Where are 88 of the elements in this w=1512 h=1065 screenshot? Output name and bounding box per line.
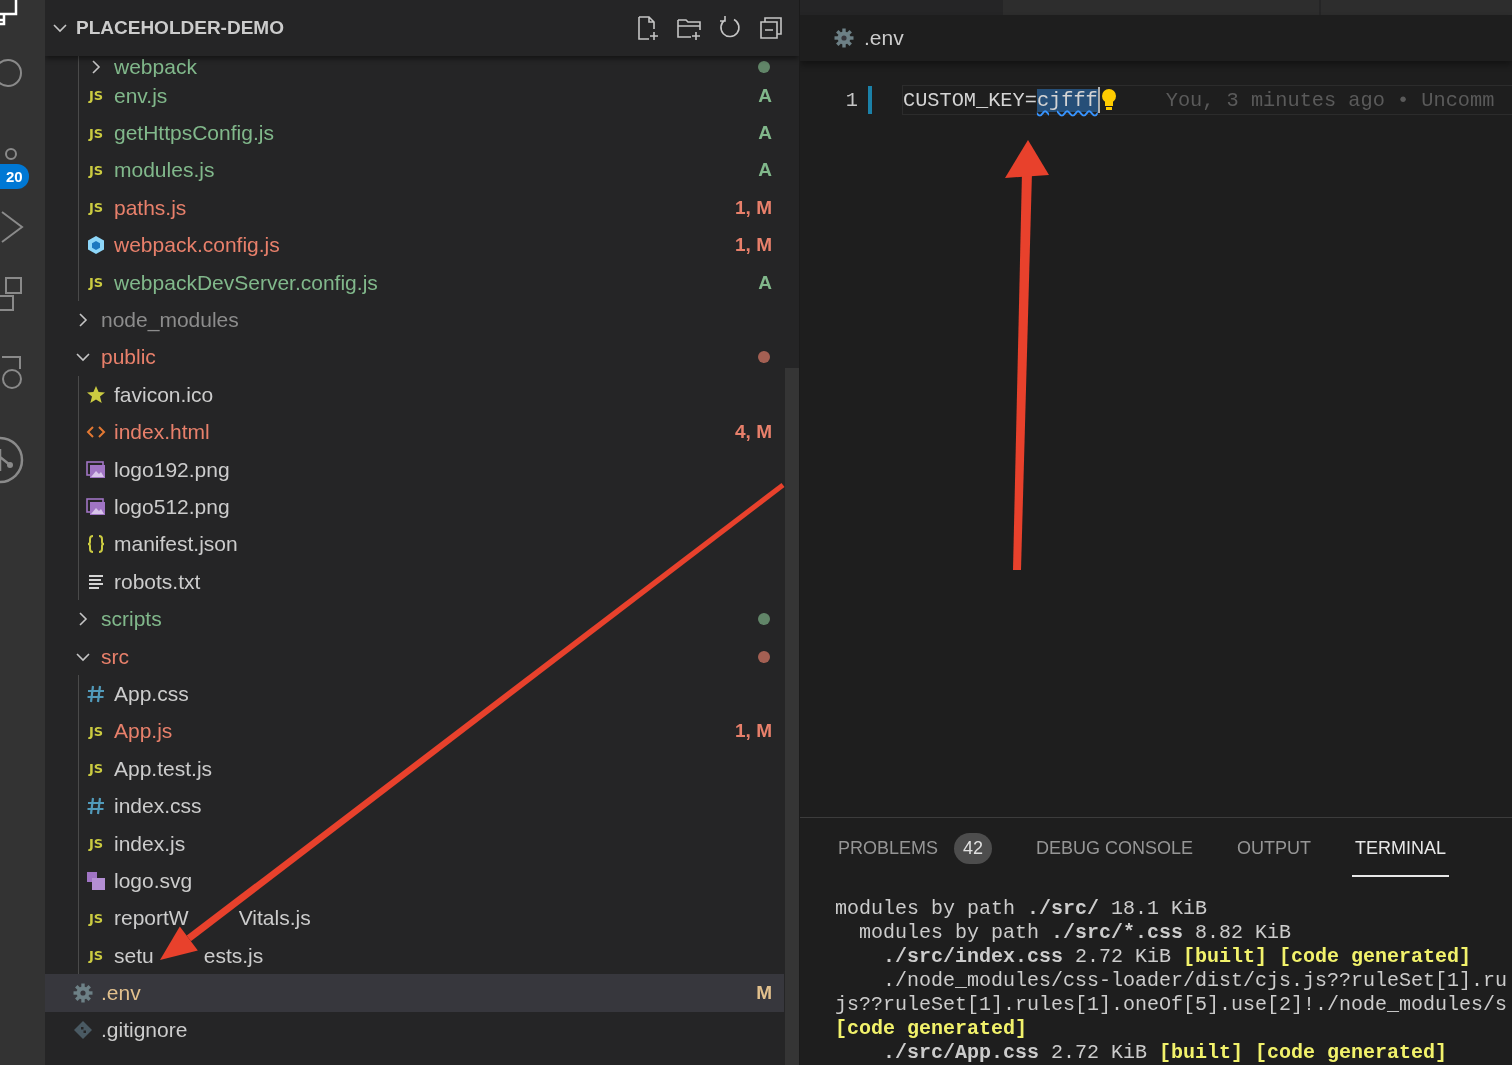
file-name: App.test.js [114, 757, 213, 780]
file-name: logo512.png [114, 496, 230, 518]
terminal-line: [code generated] [835, 1017, 1029, 1041]
file-name: manifest.json [114, 533, 238, 556]
terminal-line: ./src/App.css 2.72 KiB [built] [code generated] [882, 1041, 1449, 1065]
breadcrumb[interactable]: .env [864, 26, 904, 50]
toolbar-button[interactable] [757, 14, 784, 42]
collapse-all-icon [757, 15, 784, 41]
git-status-label: A [758, 122, 772, 145]
hash-icon [86, 683, 106, 704]
file-name: App.css [114, 682, 189, 705]
git-status-label: A [758, 159, 772, 182]
panel-tab[interactable]: TERMINAL [1352, 819, 1450, 877]
file-name: index.js [114, 832, 186, 855]
git-status-label: 1, M [735, 196, 772, 219]
file-name: reportW [114, 907, 189, 930]
star-icon [86, 384, 106, 405]
folder-name: node_modules [101, 309, 239, 332]
panel-tab[interactable]: PROBLEMS 42 [835, 819, 996, 877]
file-name: paths.js [114, 196, 187, 219]
file-name: env.js [114, 84, 168, 107]
file-name: .env [101, 982, 141, 1005]
file-name: modules.js [114, 159, 215, 182]
hash-icon [86, 796, 106, 817]
terminal-line: js??ruleSet[1].rules[1].oneOf[5].use[2]!./node_modules/s [835, 993, 1509, 1017]
file-name: webpack.config.js [114, 234, 280, 257]
git-status-label: 1, M [735, 234, 772, 257]
js-file-icon: JS [88, 275, 104, 291]
file-name: .gitignore [101, 1019, 188, 1042]
explorer-title[interactable]: PLACEHOLDER-DEMO [50, 17, 284, 39]
js-file-icon: JS [88, 948, 104, 964]
file-row[interactable]: .gitignore [45, 1011, 784, 1050]
image-icon [86, 459, 106, 480]
file-name: favicon.ico [114, 383, 214, 406]
folder-row[interactable]: public [45, 338, 784, 377]
gear-icon [73, 983, 93, 1004]
panel-tab[interactable]: OUTPUT [1234, 819, 1315, 877]
folder-row[interactable]: node_modules [45, 301, 784, 339]
git-status-label: M [756, 982, 772, 1005]
image-icon [86, 497, 106, 517]
file-name: logo.svg [114, 869, 193, 892]
js-file-icon: JS [88, 162, 104, 178]
selected-text: cjfff [1036, 88, 1098, 112]
change-marker [868, 86, 872, 114]
terminal-line: ./node_modules/css-loader/dist/cjs.js??ruleSet[1].ru [882, 969, 1509, 993]
file-name: logo192.png [114, 458, 230, 481]
js-file-icon: JS [88, 836, 104, 851]
folder-name: scripts [101, 608, 162, 631]
code-text: CUSTOM_KEY= [903, 88, 1037, 112]
js-file-icon: JS [88, 88, 104, 104]
gear-icon [834, 28, 854, 48]
git-status-label: 1, M [735, 720, 772, 743]
cube-icon [86, 235, 106, 256]
file-name: index.html [114, 421, 210, 444]
blame-annotation: You, 3 minutes ago • Uncomm [1165, 88, 1495, 112]
js-file-icon: JS [88, 761, 104, 777]
js-file-icon: JS [88, 723, 104, 739]
diamond-icon [73, 1020, 93, 1041]
folder-name: public [101, 346, 156, 369]
text-cursor [1097, 87, 1100, 113]
scrollbar[interactable] [785, 368, 799, 1065]
file-name: setu [114, 944, 154, 967]
file-name: ests.js [203, 944, 264, 967]
file-name: index.css [114, 795, 202, 818]
line-number: 1 [844, 88, 859, 112]
file-name: webpackDevServer.config.js [114, 271, 378, 294]
folder-name: webpack [114, 56, 197, 77]
file-name: Vitals.js [238, 907, 311, 930]
notification-badge: 20 [0, 163, 29, 189]
count-badge: 42 [954, 832, 993, 864]
git-status-label: A [758, 271, 772, 294]
terminal-line: modules by path ./src/ 18.1 KiB [835, 897, 1209, 921]
folder-name: src [101, 645, 129, 668]
js-file-icon: JS [88, 200, 104, 216]
file-row[interactable]: .env M [45, 974, 784, 1012]
git-status-label: 4, M [735, 421, 772, 444]
file-name: getHttpsConfig.js [114, 122, 274, 145]
lightbulb-icon[interactable] [1099, 88, 1118, 112]
braces-icon [86, 534, 106, 555]
file-name: robots.txt [114, 570, 201, 593]
js-file-icon: JS [88, 125, 104, 141]
js-file-icon: JS [88, 910, 104, 926]
panel-tab[interactable]: DEBUG CONSOLE [1033, 819, 1197, 877]
terminal-line: ./src/index.css 2.72 KiB [built] [code generated] [882, 945, 1473, 969]
git-status-label: A [758, 84, 772, 107]
shapes-icon [86, 870, 106, 891]
terminal-line: modules by path ./src/*.css 8.82 KiB [858, 921, 1293, 945]
file-name: App.js [114, 720, 173, 743]
